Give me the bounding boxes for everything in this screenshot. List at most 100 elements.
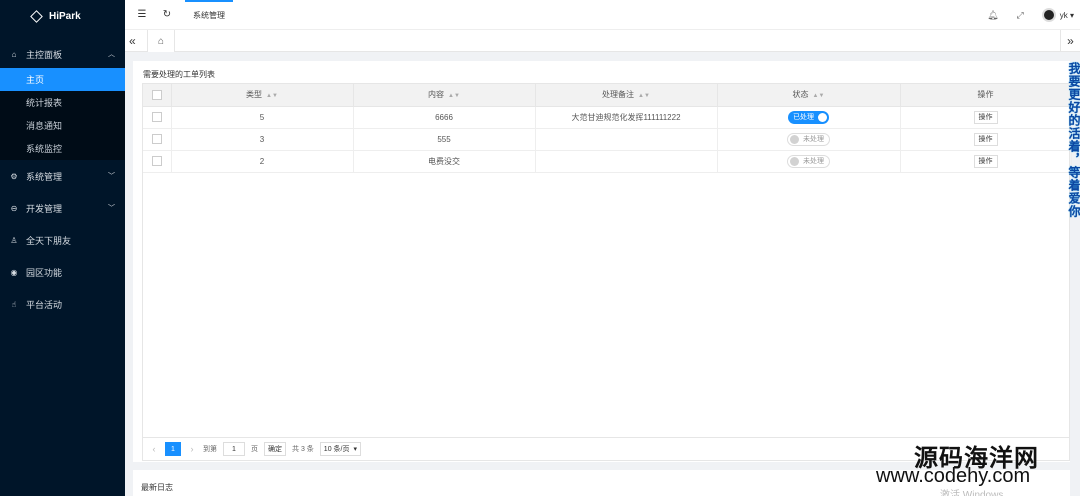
column-label: 内容 (428, 90, 445, 100)
operate-button[interactable]: 操作 (973, 110, 998, 124)
goto-confirm-button[interactable]: 确定 (264, 442, 286, 456)
worklist-card: 需要处理的工单列表 类型▲▼ 内容▲▼ 处理备注▲▼ 状态▲▼ 操作 5 (133, 61, 1072, 462)
caret-down-icon: ▾ (353, 446, 357, 453)
column-label: 处理备注 (602, 90, 635, 100)
table-row: 5 6666 大范甘迪规范化发挥111111222 已处理 操作 (143, 106, 1072, 129)
cell-type: 2 (171, 150, 354, 173)
column-header-action: 操作 (900, 84, 1072, 107)
page-size-select[interactable]: 10 条/页 ▾ (319, 442, 361, 456)
sort-icon[interactable]: ▲▼ (266, 93, 278, 99)
code-icon: ⊖ (10, 203, 18, 213)
menu-fold-icon[interactable]: ☰ (134, 7, 150, 23)
select-all-checkbox[interactable] (151, 89, 162, 100)
compass-icon: ◉ (10, 267, 18, 277)
column-label: 操作 (977, 90, 994, 100)
page-current[interactable]: 1 (165, 442, 181, 456)
top-header: ☰ ↻ 系统管理 🔔︎ ⤢ yk ▾ (125, 0, 1080, 30)
sidebar-item-friends[interactable]: ♙ 全天下朋友 (0, 224, 125, 256)
tab-bar: « ⌂ » (125, 30, 1080, 52)
sort-icon[interactable]: ▲▼ (638, 93, 650, 99)
sidebar-item-home[interactable]: 主页 (0, 68, 125, 91)
side-notice: 我要更好的活着，等着爱你 (1067, 62, 1080, 218)
sidebar: HiPark ⌂ 主控面板 ︿ 主页 统计报表 消息通知 系统监控 ⚙ 系统管理… (0, 0, 125, 496)
goto-page-input[interactable]: 1 (223, 442, 245, 456)
sidebar-item-label: 全天下朋友 (26, 235, 72, 246)
username[interactable]: yk ▾ (1060, 11, 1074, 20)
sidebar-item-activities[interactable]: ☝ 平台活动 (0, 288, 125, 320)
column-header-type[interactable]: 类型 ▲▼ (171, 84, 354, 107)
status-switch-label: 未处理 (803, 136, 824, 143)
sidebar-item-label: 系统监控 (26, 144, 63, 154)
select-all-cell (143, 84, 172, 107)
sort-icon[interactable]: ▲▼ (813, 93, 825, 99)
cell-remark (535, 150, 718, 173)
sort-icon[interactable]: ▲▼ (448, 93, 460, 99)
cell-action: 操作 (900, 128, 1072, 151)
row-checkbox[interactable] (151, 156, 162, 166)
total-count: 共 3 条 (292, 446, 314, 453)
scroll-left-icon[interactable]: « (129, 34, 136, 48)
column-header-remark[interactable]: 处理备注 ▲▼ (535, 84, 718, 107)
sidebar-item-monitor[interactable]: 系统监控 (0, 137, 125, 160)
sidebar-item-label: 园区功能 (26, 267, 63, 278)
scroll-right-icon[interactable]: » (1060, 30, 1080, 52)
sidebar-item-park[interactable]: ◉ 园区功能 (0, 256, 125, 288)
table-header-row: 类型 ▲▼ 内容 ▲▼ 处理备注 ▲▼ 状态 ▲▼ 操作 (143, 84, 1072, 107)
user-icon: ♙ (10, 235, 18, 245)
column-header-content[interactable]: 内容 ▲▼ (353, 84, 536, 107)
cell-content: 555 (353, 128, 536, 151)
cell-status: 未处理 (717, 128, 901, 151)
goto-label: 到第 (203, 446, 217, 453)
sidebar-item-label: 主页 (26, 75, 45, 85)
operate-button[interactable]: 操作 (973, 132, 998, 146)
submenu-dashboard: 主页 统计报表 消息通知 系统监控 (0, 68, 125, 160)
header-tab-system[interactable]: 系统管理 (185, 0, 233, 30)
sidebar-group-label: 开发管理 (26, 203, 63, 214)
switch-knob (790, 134, 799, 144)
page-unit-label: 页 (251, 446, 258, 453)
status-switch[interactable]: 未处理 (787, 154, 830, 168)
sidebar-group-label: 系统管理 (26, 171, 63, 182)
activate-windows-text: 激活 Windows (940, 490, 1004, 496)
home-icon: ⌂ (157, 35, 165, 47)
refresh-icon[interactable]: ↻ (159, 7, 175, 23)
row-select-cell (143, 106, 172, 129)
sidebar-item-notifications[interactable]: 消息通知 (0, 114, 125, 137)
sidebar-item-label: 平台活动 (26, 299, 63, 310)
cell-content: 电费没交 (353, 150, 536, 173)
cell-action: 操作 (900, 106, 1072, 129)
app-name: HiPark (49, 10, 81, 22)
column-label: 状态 (792, 90, 809, 100)
cell-type: 5 (171, 106, 354, 129)
sidebar-item-reports[interactable]: 统计报表 (0, 91, 125, 114)
tab-home[interactable]: ⌂ (147, 30, 175, 52)
sidebar-group-dev[interactable]: ⊖ 开发管理 ﹀ (0, 192, 125, 224)
cell-remark: 大范甘迪规范化发挥111111222 (535, 106, 718, 129)
bell-icon[interactable]: 🔔︎ (987, 10, 998, 21)
status-switch[interactable]: 未处理 (787, 132, 830, 146)
sidebar-item-label: 消息通知 (26, 121, 63, 131)
prev-page-icon[interactable]: ‹ (149, 444, 159, 454)
switch-knob (818, 112, 827, 122)
sidebar-group-dashboard[interactable]: ⌂ 主控面板 ︿ (0, 40, 125, 68)
cell-content: 6666 (353, 106, 536, 129)
row-select-cell (143, 150, 172, 173)
app-logo[interactable]: HiPark (0, 0, 125, 32)
chevron-up-icon: ︿ (108, 51, 115, 58)
username-text: yk (1059, 10, 1068, 20)
operate-button[interactable]: 操作 (973, 154, 998, 168)
chevron-down-icon: ﹀ (108, 205, 115, 212)
column-header-status[interactable]: 状态 ▲▼ (717, 84, 901, 107)
cell-remark (535, 128, 718, 151)
status-switch[interactable]: 已处理 (788, 110, 829, 124)
watermark-url: www.codehy.com (876, 465, 1031, 487)
home-icon: ⌂ (11, 49, 17, 59)
card-title: 需要处理的工单列表 (143, 70, 215, 79)
header-right: 🔔︎ ⤢ yk ▾ (987, 0, 1074, 30)
avatar[interactable] (1041, 8, 1056, 22)
sidebar-group-system[interactable]: ⚙ 系统管理 ﹀ (0, 160, 125, 192)
row-checkbox[interactable] (151, 134, 162, 144)
next-page-icon[interactable]: › (187, 444, 197, 454)
row-checkbox[interactable] (151, 112, 162, 122)
fullscreen-icon[interactable]: ⤢ (1017, 10, 1024, 21)
